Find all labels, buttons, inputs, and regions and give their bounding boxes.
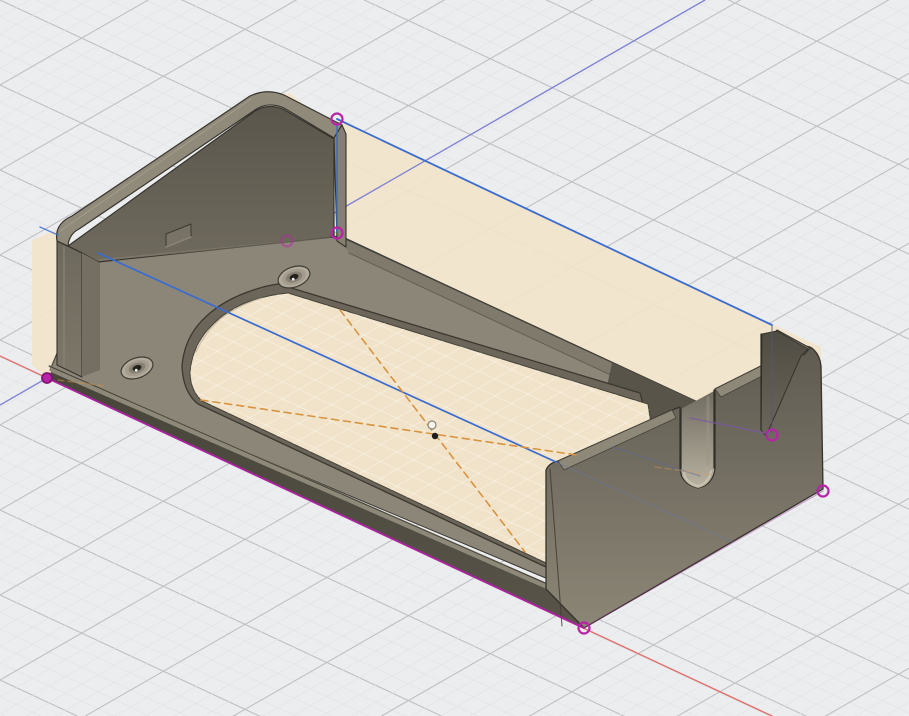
sketch-point-center[interactable]: [432, 433, 438, 439]
body-backwall-end-face[interactable]: [57, 241, 82, 377]
sketch-profile-fill-left-strip[interactable]: [32, 229, 59, 378]
cad-viewport[interactable]: [0, 0, 909, 716]
sketch-point-marker-open[interactable]: [428, 421, 436, 429]
sketch-point-origin-selected[interactable]: [42, 373, 52, 383]
viewport-canvas[interactable]: [0, 0, 909, 716]
backwall-end-fillet: [82, 253, 100, 377]
